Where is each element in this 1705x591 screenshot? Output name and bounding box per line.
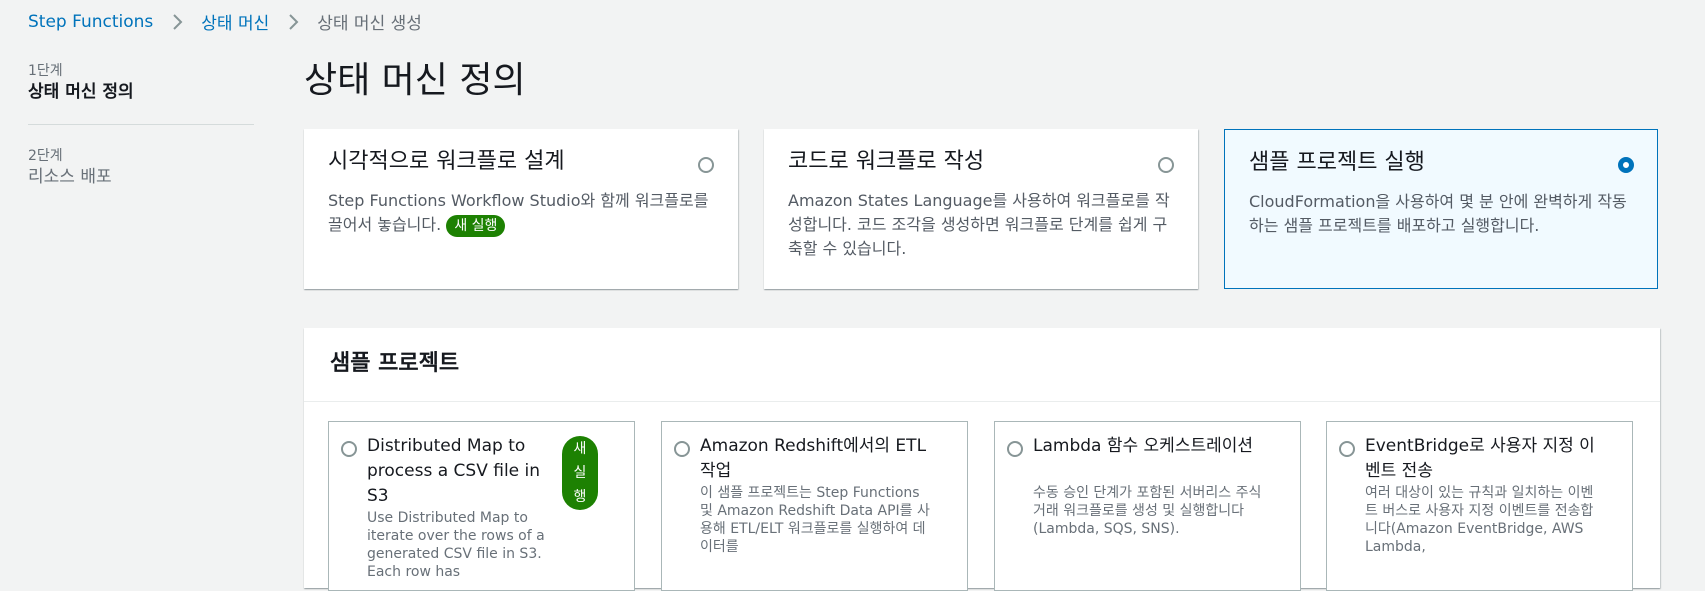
sample-projects-panel: 샘플 프로젝트 Distributed Map to process a CSV… — [304, 328, 1660, 591]
card-description: 수동 승인 단계가 포함된 서버리스 주식 거래 워크플로를 생성 및 실행합니… — [1033, 485, 1262, 537]
card-radio[interactable] — [341, 441, 357, 457]
tile-description: CloudFormation을 사용하여 몇 분 안에 완벽하게 작동하는 샘플… — [1249, 192, 1627, 235]
step-title: 리소스 배포 — [28, 167, 112, 187]
tile-title: 샘플 프로젝트 실행 — [1249, 150, 1425, 175]
card-title: Distributed Map to process a CSV file in… — [367, 436, 541, 506]
wizard-step-1[interactable]: 1단계 상태 머신 정의 — [28, 62, 254, 125]
tile-run-sample-project[interactable]: 샘플 프로젝트 실행 CloudFormation을 사용하여 몇 분 안에 완… — [1224, 129, 1658, 289]
chevron-right-icon — [167, 12, 187, 32]
tile-radio-selected[interactable] — [1618, 157, 1634, 173]
step-number: 1단계 — [28, 63, 63, 79]
breadcrumb-create-state-machine: 상태 머신 생성 — [317, 14, 422, 34]
breadcrumb: Step Functions 상태 머신 상태 머신 생성 — [28, 9, 422, 35]
sample-card-redshift-etl[interactable]: Amazon Redshift에서의 ETL 작업 이 샘플 프로젝트는 Ste… — [661, 421, 968, 591]
tile-title: 시각적으로 워크플로 설계 — [328, 149, 565, 174]
card-radio[interactable] — [674, 441, 690, 457]
tile-write-code[interactable]: 코드로 워크플로 작성 Amazon States Language를 사용하여… — [764, 129, 1198, 289]
panel-title: 샘플 프로젝트 — [330, 351, 460, 376]
wizard-steps: 1단계 상태 머신 정의 2단계 리소스 배포 — [28, 62, 254, 209]
tile-description-text: Step Functions Workflow Studio와 함께 워크플로를… — [328, 191, 709, 234]
breadcrumb-state-machines[interactable]: 상태 머신 — [201, 9, 269, 34]
card-title: Amazon Redshift에서의 ETL 작업 — [700, 436, 927, 481]
tile-radio[interactable] — [698, 157, 714, 173]
card-radio[interactable] — [1339, 441, 1355, 457]
breadcrumb-step-functions[interactable]: Step Functions — [28, 12, 153, 32]
tile-design-visually[interactable]: 시각적으로 워크플로 설계 Step Functions Workflow St… — [304, 129, 738, 289]
tile-description: Step Functions Workflow Studio와 함께 워크플로를… — [328, 189, 718, 237]
card-title: EventBridge로 사용자 지정 이벤트 전송 — [1365, 436, 1595, 481]
sample-card-eventbridge[interactable]: EventBridge로 사용자 지정 이벤트 전송 여러 대상이 있는 규칙과… — [1326, 421, 1633, 591]
card-description: 이 샘플 프로젝트는 Step Functions 및 Amazon Redsh… — [700, 485, 930, 555]
tile-title: 코드로 워크플로 작성 — [788, 149, 985, 174]
panel-header: 샘플 프로젝트 — [304, 328, 1660, 402]
card-radio[interactable] — [1007, 441, 1023, 457]
tile-radio[interactable] — [1158, 157, 1174, 173]
page-title: 상태 머신 정의 — [304, 60, 526, 101]
tile-description: Amazon States Language를 사용하여 워크플로를 작성합니다… — [788, 191, 1170, 258]
new-badge: 새실행 — [562, 436, 598, 510]
sample-card-distributed-map[interactable]: Distributed Map to process a CSV file in… — [328, 421, 635, 591]
card-title: Lambda 함수 오케스트레이션 — [1033, 436, 1254, 456]
sample-card-lambda-orchestration[interactable]: Lambda 함수 오케스트레이션 수동 승인 단계가 포함된 서버리스 주식 … — [994, 421, 1301, 591]
step-title: 상태 머신 정의 — [28, 82, 134, 102]
new-badge: 새 실행 — [446, 214, 506, 237]
card-description: Use Distributed Map to iterate over the … — [367, 510, 545, 580]
chevron-right-icon — [283, 12, 303, 32]
step-number: 2단계 — [28, 148, 63, 164]
card-description: 여러 대상이 있는 규칙과 일치하는 이벤트 버스로 사용자 지정 이벤트를 전… — [1365, 485, 1594, 555]
wizard-step-2: 2단계 리소스 배포 — [28, 125, 254, 209]
